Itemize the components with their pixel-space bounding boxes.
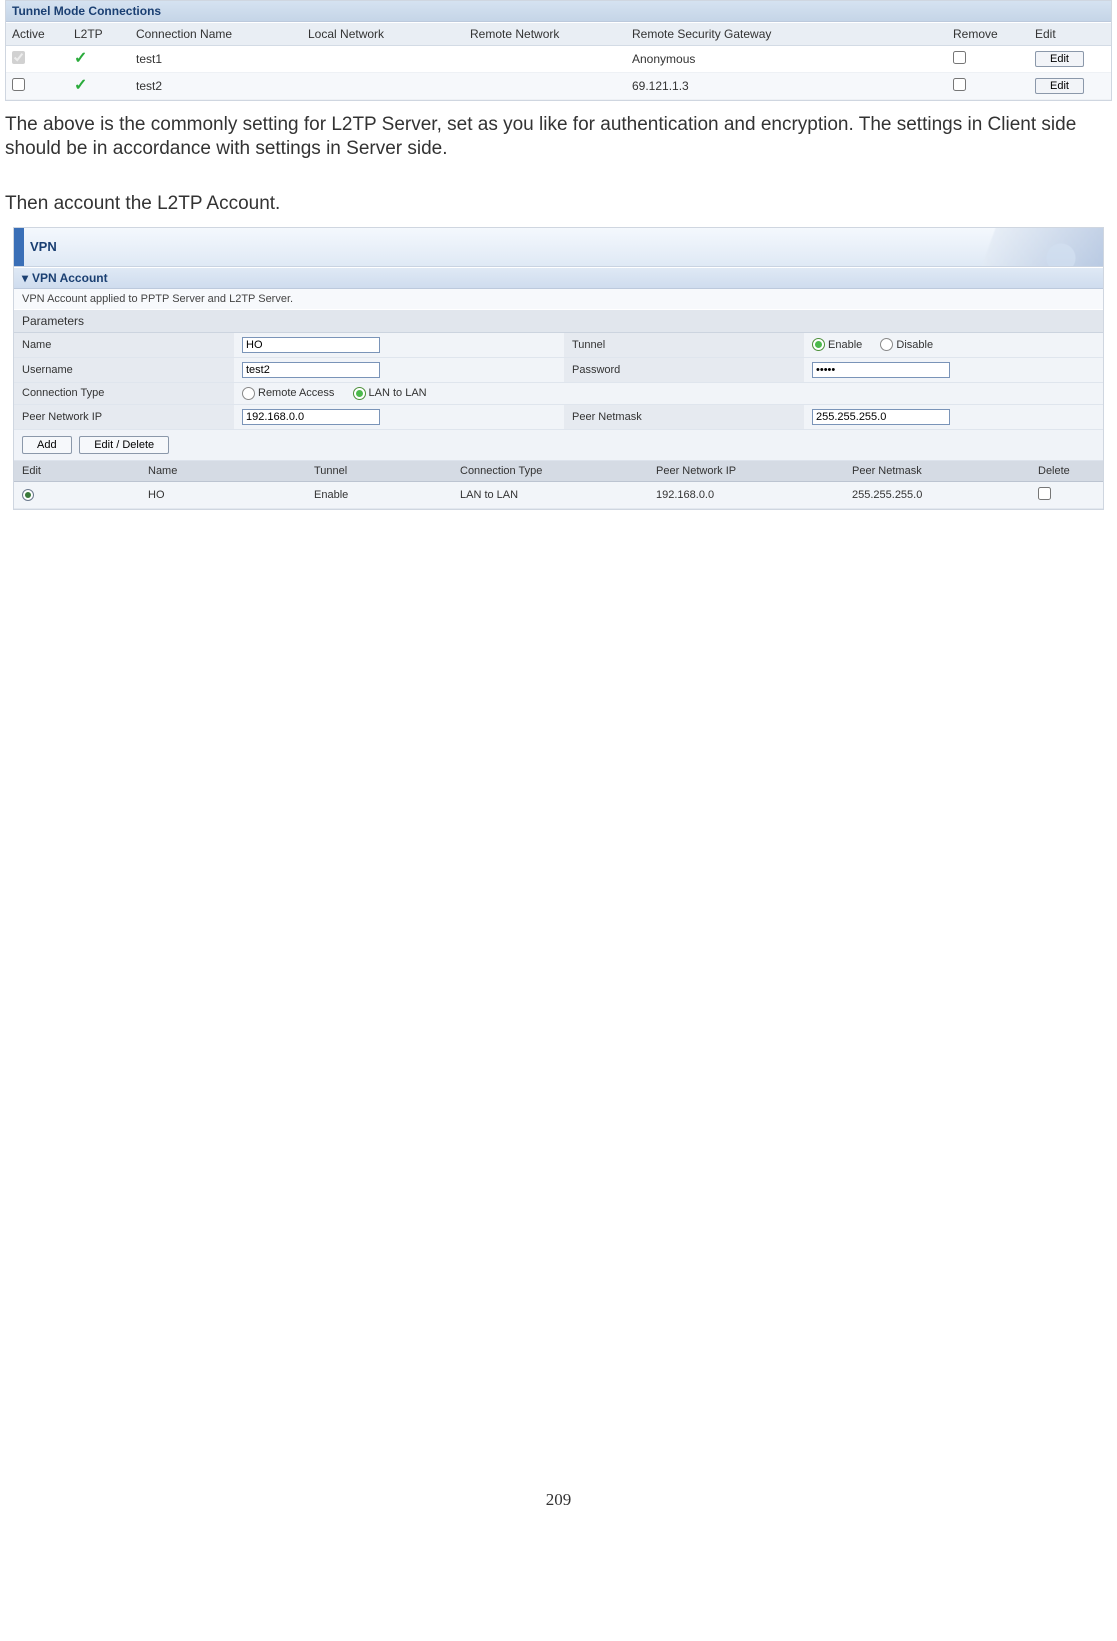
active-checkbox[interactable] bbox=[12, 51, 25, 64]
cell-conn-name: test2 bbox=[130, 73, 302, 100]
active-checkbox[interactable] bbox=[12, 78, 25, 91]
label-peer-mask: Peer Netmask bbox=[564, 405, 804, 430]
cell-local bbox=[302, 46, 464, 73]
peer-mask-input[interactable] bbox=[812, 409, 950, 425]
th-tunnel: Tunnel bbox=[306, 461, 452, 482]
name-input[interactable] bbox=[242, 337, 380, 353]
remote-access-radio[interactable]: Remote Access bbox=[242, 387, 334, 400]
th-remote-gw: Remote Security Gateway bbox=[626, 23, 947, 46]
vpn-title: VPN bbox=[30, 239, 57, 254]
check-icon: ✓ bbox=[74, 77, 87, 94]
label-peer-ip: Peer Network IP bbox=[14, 405, 234, 430]
tunnel-table: Active L2TP Connection Name Local Networ… bbox=[6, 22, 1111, 100]
cell-conn-name: test1 bbox=[130, 46, 302, 73]
radio-icon bbox=[880, 338, 893, 351]
tunnel-mode-title: Tunnel Mode Connections bbox=[6, 1, 1111, 22]
th-delete: Delete bbox=[1030, 461, 1103, 482]
cell-local bbox=[302, 73, 464, 100]
th-edit: Edit bbox=[14, 461, 140, 482]
tunnel-mode-panel: Tunnel Mode Connections Active L2TP Conn… bbox=[5, 0, 1112, 101]
th-l2tp: L2TP bbox=[68, 23, 130, 46]
label-conn-type: Connection Type bbox=[14, 383, 234, 405]
cell-remote bbox=[464, 46, 626, 73]
label-name: Name bbox=[14, 333, 234, 358]
page-number: 209 bbox=[5, 1490, 1112, 1530]
remove-checkbox[interactable] bbox=[953, 51, 966, 64]
table-row: ✓ test2 69.121.1.3 Edit bbox=[6, 73, 1111, 100]
radio-icon bbox=[242, 387, 255, 400]
th-edit: Edit bbox=[1029, 23, 1111, 46]
radio-icon bbox=[353, 387, 366, 400]
vpn-note: VPN Account applied to PPTP Server and L… bbox=[14, 289, 1103, 309]
cell-tunnel: Enable bbox=[306, 481, 452, 508]
cell-remote bbox=[464, 73, 626, 100]
vpn-topbar: VPN bbox=[14, 228, 1103, 267]
vpn-account-title: VPN Account bbox=[32, 271, 108, 285]
th-active: Active bbox=[6, 23, 68, 46]
vpn-decoration bbox=[913, 228, 1103, 266]
list-row: HO Enable LAN to LAN 192.168.0.0 255.255… bbox=[14, 481, 1103, 508]
body-paragraph-1: The above is the commonly setting for L2… bbox=[5, 113, 1112, 161]
row-select-radio[interactable] bbox=[22, 489, 34, 501]
label-tunnel: Tunnel bbox=[564, 333, 804, 358]
cell-name: HO bbox=[140, 481, 306, 508]
vpn-form: Name Tunnel Enable Disable Username Pass… bbox=[14, 333, 1103, 430]
vpn-account-list: Edit Name Tunnel Connection Type Peer Ne… bbox=[14, 461, 1103, 509]
vpn-account-header[interactable]: ▾ VPN Account bbox=[14, 267, 1103, 289]
cell-peer-mask: 255.255.255.0 bbox=[844, 481, 1030, 508]
th-peer-ip: Peer Network IP bbox=[648, 461, 844, 482]
parameters-header: Parameters bbox=[14, 309, 1103, 333]
tunnel-disable-radio[interactable]: Disable bbox=[880, 338, 933, 351]
label-password: Password bbox=[564, 358, 804, 383]
edit-button[interactable]: Edit bbox=[1035, 51, 1084, 67]
edit-delete-button[interactable]: Edit / Delete bbox=[79, 436, 169, 454]
th-local-net: Local Network bbox=[302, 23, 464, 46]
th-conn-type: Connection Type bbox=[452, 461, 648, 482]
cell-peer-ip: 192.168.0.0 bbox=[648, 481, 844, 508]
peer-ip-input[interactable] bbox=[242, 409, 380, 425]
form-buttons: Add Edit / Delete bbox=[14, 430, 1103, 461]
th-conn-name: Connection Name bbox=[130, 23, 302, 46]
th-remove: Remove bbox=[947, 23, 1029, 46]
edit-button[interactable]: Edit bbox=[1035, 78, 1084, 94]
tunnel-enable-radio[interactable]: Enable bbox=[812, 338, 862, 351]
add-button[interactable]: Add bbox=[22, 436, 72, 454]
delete-checkbox[interactable] bbox=[1038, 487, 1051, 500]
username-input[interactable] bbox=[242, 362, 380, 378]
cell-conn-type: LAN to LAN bbox=[452, 481, 648, 508]
check-icon: ✓ bbox=[74, 50, 87, 67]
table-row: ✓ test1 Anonymous Edit bbox=[6, 46, 1111, 73]
cell-gateway: 69.121.1.3 bbox=[626, 73, 947, 100]
vpn-panel: VPN ▾ VPN Account VPN Account applied to … bbox=[13, 227, 1104, 510]
body-paragraph-2: Then account the L2TP Account. bbox=[5, 193, 1112, 215]
lan-to-lan-radio[interactable]: LAN to LAN bbox=[353, 387, 427, 400]
password-input[interactable] bbox=[812, 362, 950, 378]
label-username: Username bbox=[14, 358, 234, 383]
remove-checkbox[interactable] bbox=[953, 78, 966, 91]
cell-gateway: Anonymous bbox=[626, 46, 947, 73]
th-remote-net: Remote Network bbox=[464, 23, 626, 46]
collapse-arrow-icon: ▾ bbox=[22, 271, 28, 285]
vpn-accent-bar bbox=[14, 228, 24, 266]
th-name: Name bbox=[140, 461, 306, 482]
radio-icon bbox=[812, 338, 825, 351]
th-peer-mask: Peer Netmask bbox=[844, 461, 1030, 482]
